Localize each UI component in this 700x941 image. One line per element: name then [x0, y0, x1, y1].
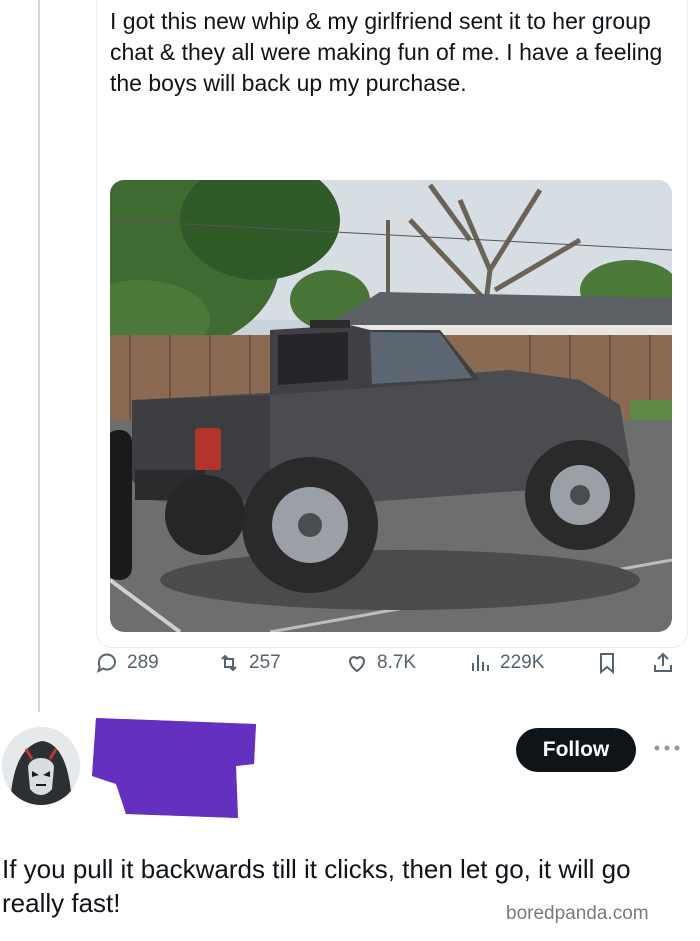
- heart-icon: [348, 656, 366, 673]
- views-icon: [472, 655, 489, 671]
- bookmark-button[interactable]: [595, 651, 619, 675]
- like-button[interactable]: 8.7K: [345, 651, 416, 675]
- repost-button[interactable]: 257: [217, 651, 281, 675]
- share-button[interactable]: [651, 651, 675, 675]
- follow-button[interactable]: Follow: [516, 728, 636, 772]
- hooded-mask-avatar-icon: [2, 727, 80, 805]
- thread-line: [38, 0, 40, 712]
- reply-count: 289: [127, 652, 159, 673]
- post-photo[interactable]: [110, 180, 672, 632]
- post-text: I got this new whip & my girlfriend sent…: [110, 8, 663, 96]
- repost-icon: [221, 654, 237, 672]
- reply-button[interactable]: 289: [95, 651, 159, 675]
- share-icon: [654, 652, 672, 672]
- repost-count: 257: [249, 652, 281, 673]
- redacted-username: [92, 718, 256, 818]
- reply-icon: [96, 653, 116, 674]
- views-count: 229K: [500, 652, 545, 673]
- watermark: boredpanda.com: [506, 903, 649, 924]
- bookmark-icon: [600, 653, 614, 675]
- views-button[interactable]: 229K: [468, 651, 544, 675]
- more-options-icon[interactable]: [652, 742, 682, 754]
- action-bar: 289 257 8.7K 229K: [95, 645, 685, 681]
- avatar[interactable]: [2, 727, 80, 805]
- like-count: 8.7K: [377, 652, 417, 673]
